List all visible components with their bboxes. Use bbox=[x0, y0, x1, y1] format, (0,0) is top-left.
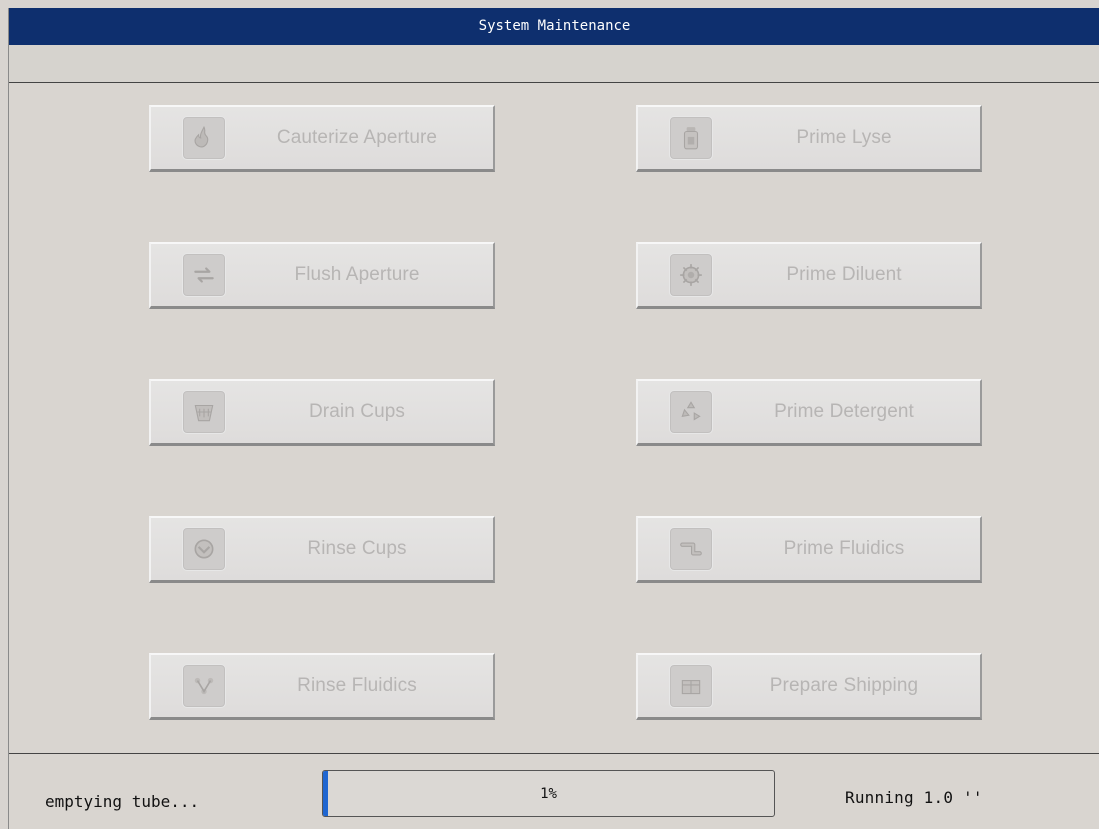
swap-arrows-icon bbox=[182, 253, 226, 297]
button-label: Prepare Shipping bbox=[769, 675, 919, 696]
button-label: Prime Diluent bbox=[786, 264, 902, 285]
button-label: Drain Cups bbox=[308, 401, 406, 422]
prime-detergent-button[interactable]: Prime Detergent bbox=[636, 379, 982, 446]
button-label: Flush Aperture bbox=[294, 264, 420, 285]
running-status: Running 1.0 '' bbox=[845, 788, 983, 807]
prime-lyse-button[interactable]: Prime Lyse bbox=[636, 105, 982, 172]
prime-fluidics-button[interactable]: Prime Fluidics bbox=[636, 516, 982, 583]
button-label: Prime Lyse bbox=[796, 127, 892, 148]
rinse-icon bbox=[182, 527, 226, 571]
recycle-icon bbox=[669, 390, 713, 434]
progress-label: 1% bbox=[540, 785, 557, 802]
button-label: Cauterize Aperture bbox=[276, 127, 438, 148]
package-icon bbox=[669, 664, 713, 708]
flame-icon bbox=[182, 116, 226, 160]
rinse-fluidics-button[interactable]: Rinse Fluidics bbox=[149, 653, 495, 720]
pipe-icon bbox=[669, 527, 713, 571]
window-title: System Maintenance bbox=[9, 8, 1099, 45]
flush-aperture-button[interactable]: Flush Aperture bbox=[149, 242, 495, 309]
gear-icon bbox=[669, 253, 713, 297]
button-label: Rinse Fluidics bbox=[297, 675, 417, 696]
progress-bar: 1% bbox=[322, 770, 775, 817]
cauterize-aperture-button[interactable]: Cauterize Aperture bbox=[149, 105, 495, 172]
drain-icon bbox=[182, 390, 226, 434]
button-label: Prime Detergent bbox=[774, 401, 914, 422]
bottle-icon bbox=[669, 116, 713, 160]
prepare-shipping-button[interactable]: Prepare Shipping bbox=[636, 653, 982, 720]
button-label: Prime Fluidics bbox=[783, 538, 905, 559]
drain-cups-button[interactable]: Drain Cups bbox=[149, 379, 495, 446]
flow-icon bbox=[182, 664, 226, 708]
status-bar: emptying tube... 1% Running 1.0 '' bbox=[9, 753, 1099, 829]
toolbar-strip bbox=[9, 45, 1099, 83]
status-message: emptying tube... bbox=[45, 792, 200, 811]
rinse-cups-button[interactable]: Rinse Cups bbox=[149, 516, 495, 583]
button-label: Rinse Cups bbox=[307, 538, 407, 559]
main-window: System Maintenance Cauterize Aperture Pr… bbox=[8, 8, 1099, 829]
prime-diluent-button[interactable]: Prime Diluent bbox=[636, 242, 982, 309]
